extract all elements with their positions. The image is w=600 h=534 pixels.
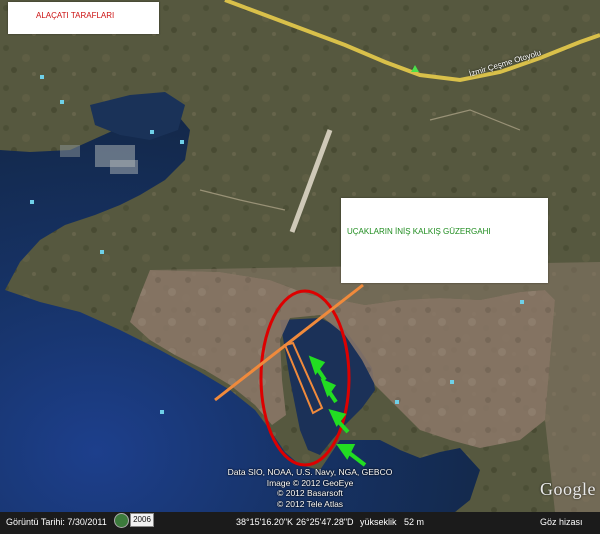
- alacati-label: ALAÇATI TARAFLARI: [36, 11, 115, 20]
- runway-label: UÇAKLARIN İNİŞ KALKIŞ GÜZERGAHI: [347, 227, 491, 236]
- eye-altitude-label: Göz hizası: [540, 517, 583, 527]
- runway-annotation-box: UÇAKLARIN İNİŞ KALKIŞ GÜZERGAHI: [341, 198, 548, 283]
- map-viewport[interactable]: ALAÇATI TARAFLARI UÇAKLARIN İNİŞ KALKIŞ …: [0, 0, 600, 534]
- credit-line-2: Image © 2012 GeoEye: [266, 477, 354, 488]
- status-bar: Görüntü Tarihi: 7/30/2011 38°15'16.20"K …: [0, 512, 600, 534]
- google-logo: Google: [540, 479, 596, 499]
- credit-line-4: © 2012 Tele Atlas: [276, 498, 344, 509]
- latitude-readout: 38°15'16.20"K: [236, 517, 294, 527]
- year-button[interactable]: 2006: [130, 513, 154, 527]
- elevation-label: yükseklik: [360, 517, 397, 527]
- imagery-credits: Data SIO, NOAA, U.S. Navy, NGA, GEBCO Im…: [200, 467, 420, 509]
- imagery-date: Görüntü Tarihi: 7/30/2011: [6, 517, 107, 527]
- clock-history-icon[interactable]: [114, 513, 129, 528]
- alacati-annotation-box: ALAÇATI TARAFLARI: [8, 2, 159, 34]
- credit-line-1: Data SIO, NOAA, U.S. Navy, NGA, GEBCO: [227, 467, 393, 477]
- elevation-value: 52 m: [404, 517, 425, 527]
- credit-line-3: © 2012 Basarsoft: [277, 488, 343, 498]
- longitude-readout: 26°25'47.28"D: [296, 517, 354, 527]
